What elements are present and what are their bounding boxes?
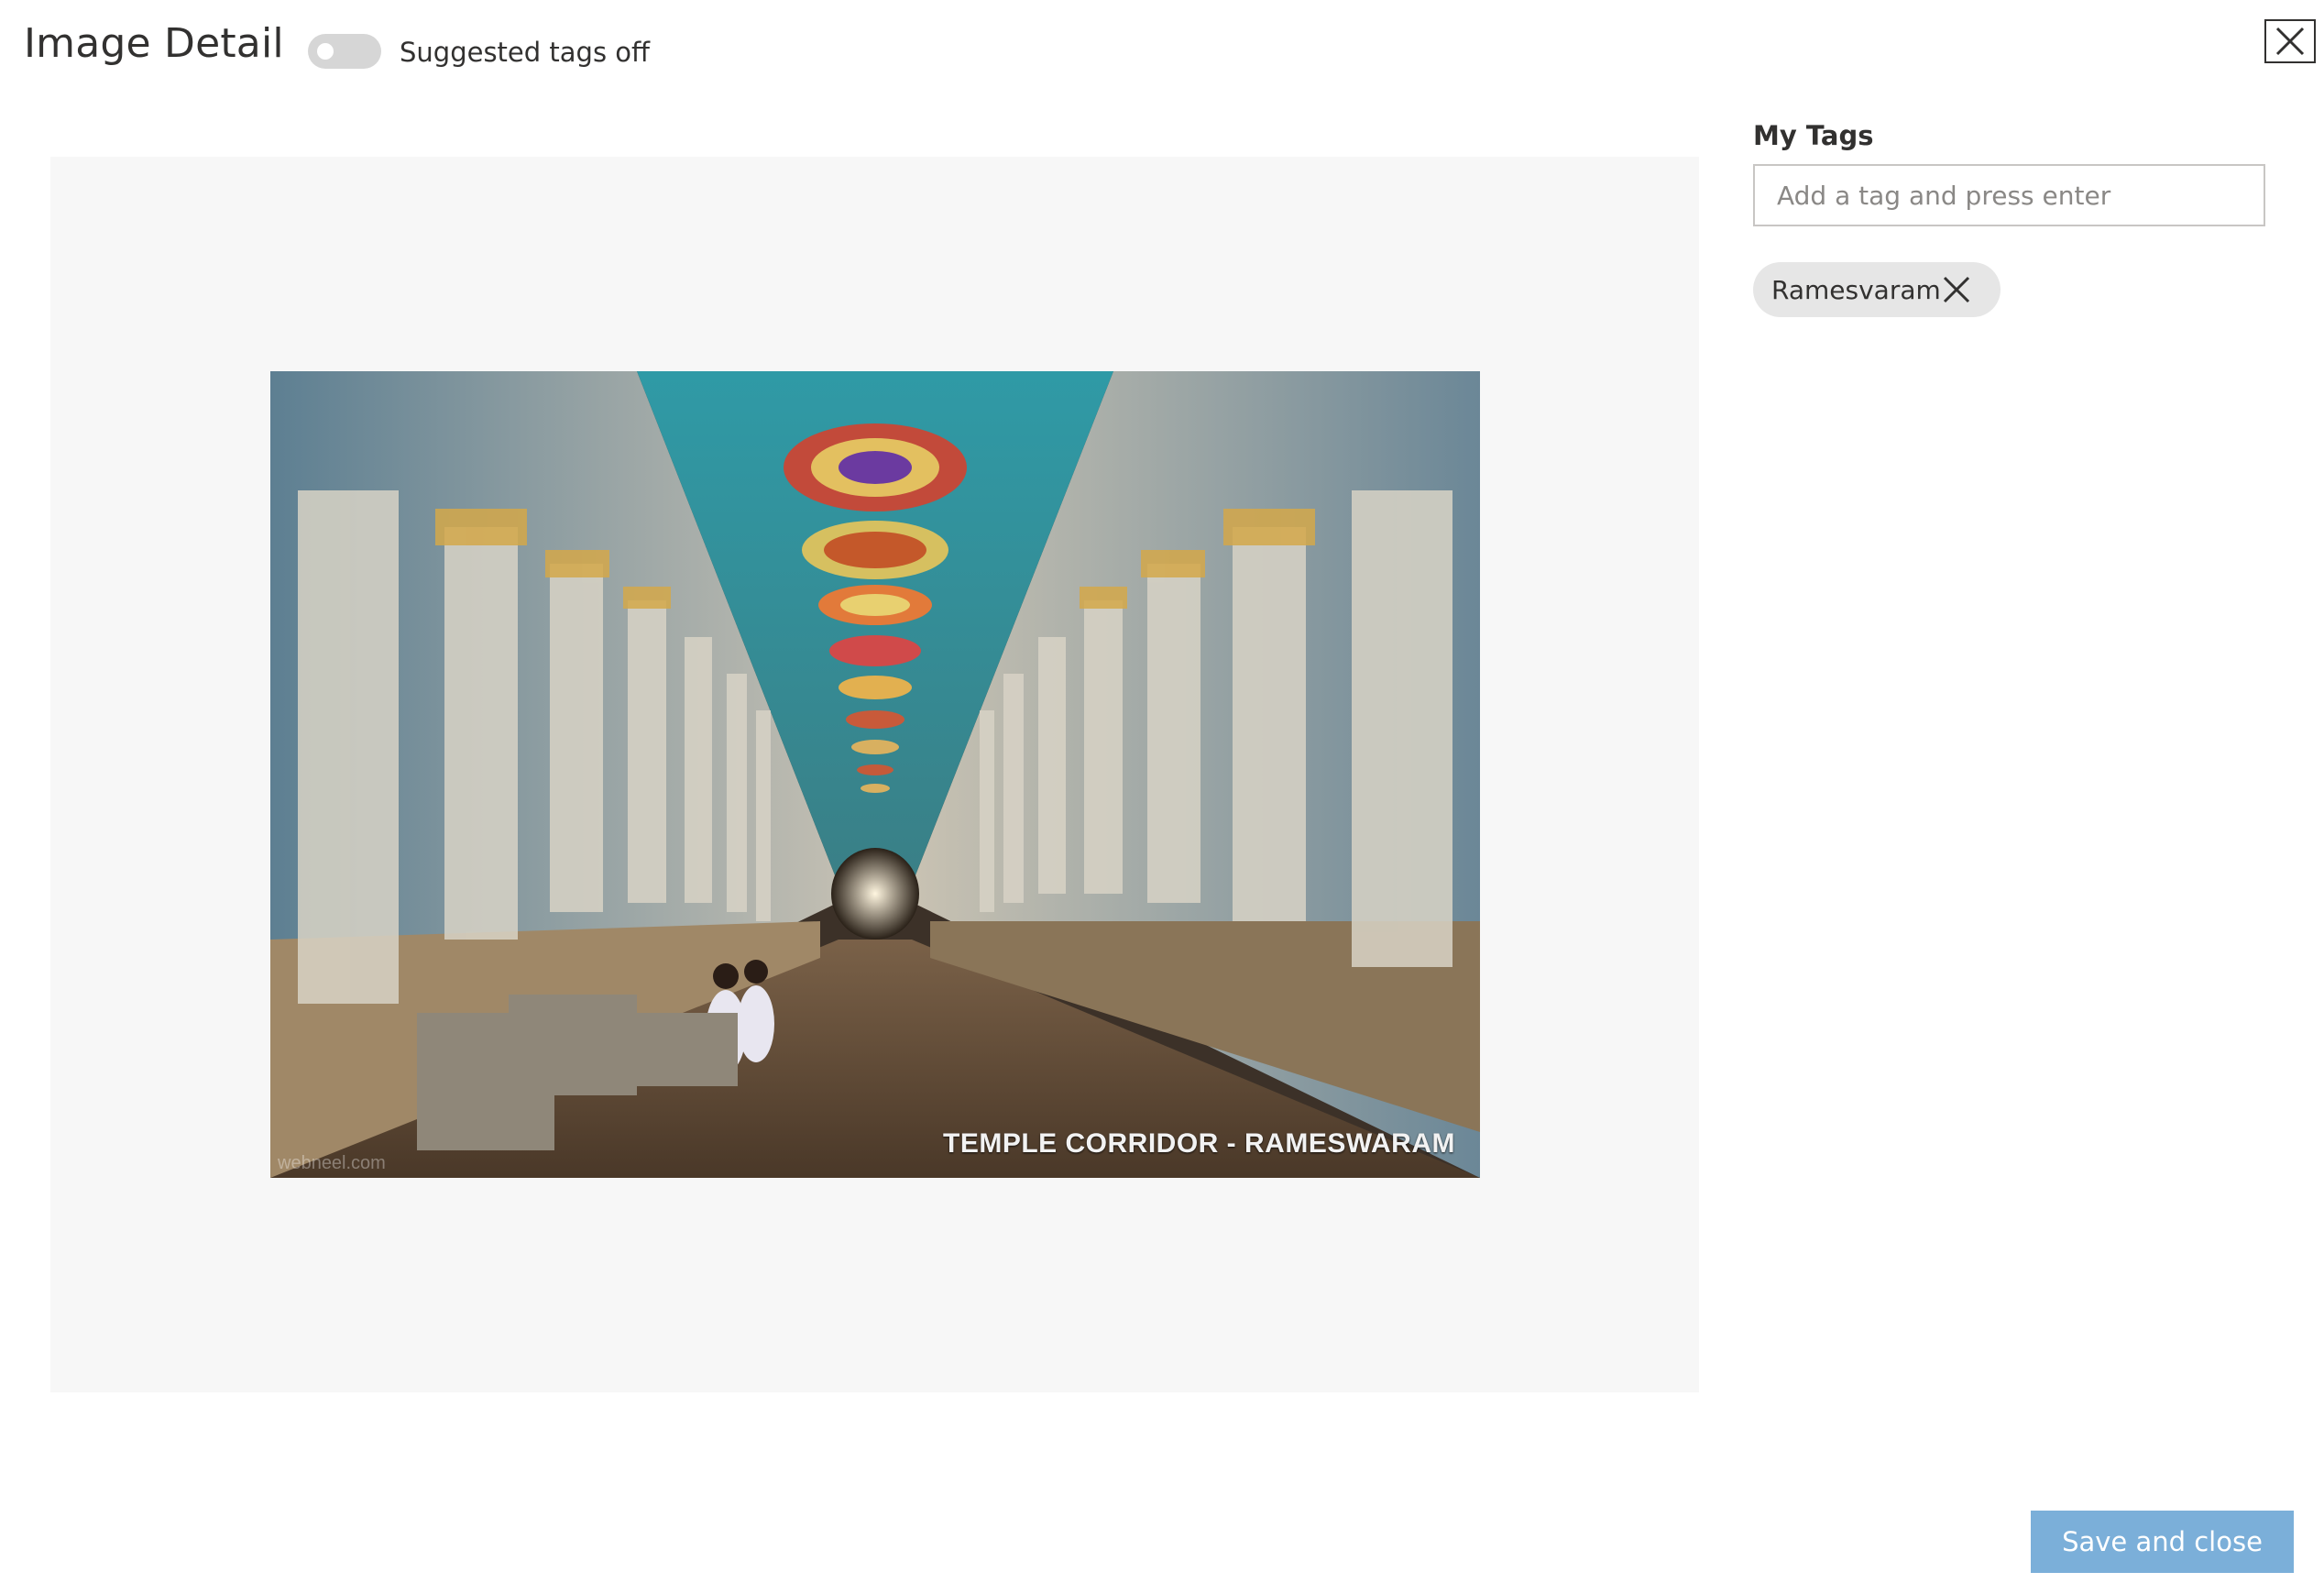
suggested-tags-label: Suggested tags off	[400, 37, 650, 68]
dialog-title: Image Detail	[24, 20, 284, 67]
suggested-tags-toggle[interactable]	[308, 34, 381, 69]
close-icon	[1943, 276, 1970, 303]
save-and-close-button[interactable]: Save and close	[2031, 1511, 2294, 1573]
image-preview-panel: TEMPLE CORRIDOR - RAMESWARAM webneel.com	[50, 157, 1699, 1392]
close-icon	[2275, 27, 2305, 56]
toggle-knob	[317, 43, 334, 60]
close-button[interactable]	[2264, 19, 2316, 63]
remove-tag-button[interactable]	[1942, 275, 1971, 304]
my-tags-heading: My Tags	[1753, 120, 1874, 151]
image-caption: TEMPLE CORRIDOR - RAMESWARAM	[943, 1128, 1455, 1159]
temple-corridor-photo: TEMPLE CORRIDOR - RAMESWARAM webneel.com	[270, 371, 1480, 1178]
add-tag-input[interactable]	[1753, 164, 2265, 226]
tag-chip-label: Ramesvaram	[1771, 275, 1941, 305]
tag-chip: Ramesvaram	[1753, 262, 2001, 317]
image-watermark: webneel.com	[278, 1153, 386, 1173]
